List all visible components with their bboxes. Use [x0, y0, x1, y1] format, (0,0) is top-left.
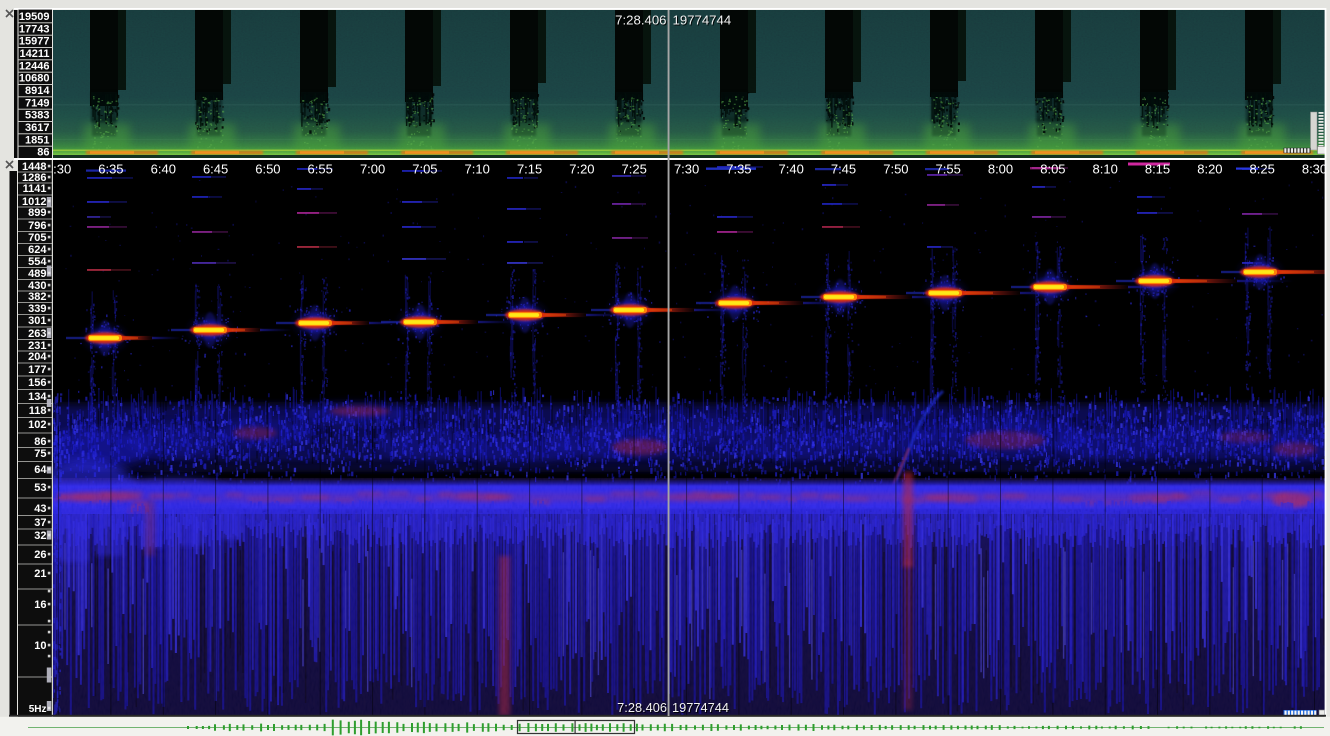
svg-text:7:25: 7:25 — [622, 162, 647, 177]
svg-text:26: 26 — [34, 549, 46, 561]
svg-text:7:40: 7:40 — [779, 162, 804, 177]
svg-text:8914: 8914 — [25, 85, 50, 97]
svg-text:86: 86 — [37, 147, 49, 159]
svg-text:15977: 15977 — [19, 36, 50, 48]
svg-text:7:00: 7:00 — [360, 162, 385, 177]
svg-text:43: 43 — [34, 503, 46, 515]
svg-text:7:55: 7:55 — [936, 162, 961, 177]
svg-text:102: 102 — [28, 419, 46, 431]
svg-text:624: 624 — [28, 244, 47, 256]
svg-text:1851: 1851 — [25, 134, 49, 146]
svg-text:796: 796 — [28, 220, 46, 232]
svg-text:5383: 5383 — [25, 110, 49, 122]
svg-text:19774744: 19774744 — [673, 13, 732, 28]
svg-text:12446: 12446 — [19, 60, 50, 72]
svg-text:10: 10 — [34, 640, 46, 652]
svg-text:7:28.406: 7:28.406 — [617, 700, 667, 715]
svg-text:7:20: 7:20 — [569, 162, 594, 177]
svg-text:21: 21 — [34, 568, 46, 580]
svg-text:7:35: 7:35 — [726, 162, 751, 177]
svg-text:177: 177 — [28, 364, 46, 376]
svg-text:53: 53 — [34, 482, 46, 494]
svg-text:75: 75 — [34, 448, 46, 460]
svg-text:7:45: 7:45 — [831, 162, 856, 177]
svg-text:86: 86 — [34, 436, 46, 448]
svg-text:489: 489 — [28, 268, 46, 280]
svg-text:8:25: 8:25 — [1250, 162, 1275, 177]
svg-text:118: 118 — [29, 405, 47, 417]
svg-text:7:50: 7:50 — [883, 162, 908, 177]
svg-text:19509: 19509 — [19, 11, 50, 23]
svg-text:134: 134 — [28, 391, 47, 403]
svg-text:17743: 17743 — [19, 23, 50, 35]
svg-text:339: 339 — [28, 303, 46, 315]
svg-text:37: 37 — [34, 517, 46, 529]
svg-text:32: 32 — [34, 530, 46, 542]
svg-text:3617: 3617 — [25, 122, 49, 134]
svg-text:7:05: 7:05 — [412, 162, 437, 177]
svg-text:6:55: 6:55 — [308, 162, 333, 177]
svg-text:19774744: 19774744 — [672, 700, 729, 715]
svg-text:8:15: 8:15 — [1145, 162, 1170, 177]
svg-text:64: 64 — [34, 464, 47, 476]
svg-text:8:30: 8:30 — [1302, 162, 1327, 177]
svg-text:554: 554 — [28, 256, 47, 268]
svg-text:7:28.406: 7:28.406 — [615, 13, 666, 28]
svg-text:14211: 14211 — [20, 48, 50, 60]
svg-text:156: 156 — [28, 377, 46, 389]
svg-text:8:10: 8:10 — [1093, 162, 1118, 177]
svg-text:7149: 7149 — [25, 97, 49, 109]
svg-text:382: 382 — [28, 291, 46, 303]
svg-text:7:30: 7:30 — [674, 162, 699, 177]
svg-text:7:15: 7:15 — [517, 162, 542, 177]
svg-text:8:05: 8:05 — [1040, 162, 1065, 177]
svg-text:6:50: 6:50 — [255, 162, 280, 177]
svg-text:10680: 10680 — [19, 73, 50, 85]
svg-text:6:35: 6:35 — [98, 162, 123, 177]
svg-text:301: 301 — [28, 315, 46, 327]
svg-text:16: 16 — [34, 599, 46, 611]
svg-text:204: 204 — [28, 351, 47, 363]
svg-text:263: 263 — [28, 328, 46, 340]
svg-text:899: 899 — [28, 207, 46, 219]
svg-text:8:00: 8:00 — [988, 162, 1013, 177]
svg-text:6:45: 6:45 — [203, 162, 228, 177]
svg-text:7:10: 7:10 — [465, 162, 490, 177]
svg-text:5Hz: 5Hz — [29, 704, 47, 715]
svg-text:8:20: 8:20 — [1197, 162, 1222, 177]
svg-text:1141: 1141 — [23, 183, 47, 195]
svg-text:705: 705 — [28, 232, 46, 244]
svg-text:6:40: 6:40 — [151, 162, 176, 177]
